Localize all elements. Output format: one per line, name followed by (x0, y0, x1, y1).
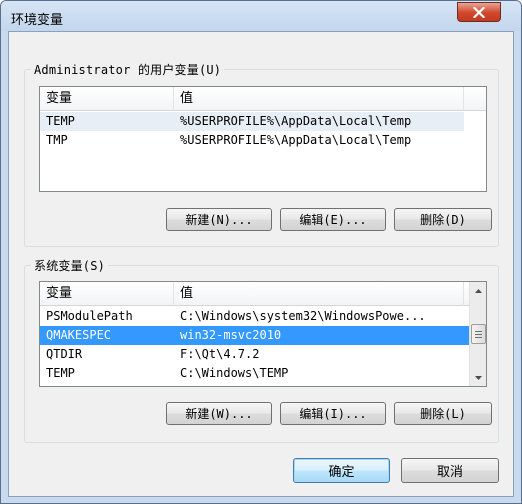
list-item[interactable]: TMP %USERPROFILE%\AppData\Local\Temp (40, 131, 464, 150)
variable-name: TMP (46, 133, 68, 147)
scroll-down-button[interactable] (470, 369, 486, 386)
variable-name: QMAKESPEC (46, 328, 112, 342)
system-edit-button[interactable]: 编辑(I)... (280, 402, 386, 425)
ok-button[interactable]: 确定 (293, 458, 390, 483)
system-variables-group: 系统变量(S) 变量 值 PSModulePath C:\Windows\sys… (24, 257, 499, 443)
column-header-variable[interactable]: 变量 (40, 282, 174, 306)
variable-value: F:\Qt\4.7.2 (180, 347, 260, 361)
variable-value: C:\Windows\TEMP (180, 366, 289, 380)
variable-name: QTDIR (46, 347, 83, 361)
user-edit-button[interactable]: 编辑(E)... (280, 208, 386, 231)
system-variables-list[interactable]: 变量 值 PSModulePath C:\Windows\system32\Wi… (39, 281, 487, 387)
list-item[interactable]: TEMP %USERPROFILE%\AppData\Local\Temp (40, 112, 464, 131)
grip-icon (475, 336, 482, 338)
user-variables-legend: Administrator 的用户变量(U) (31, 61, 225, 78)
variable-value: C:\Windows\system32\WindowsPowe... (180, 309, 426, 323)
variable-value: win32-msvc2010 (180, 328, 282, 342)
dialog-client-area: Administrator 的用户变量(U) 变量 值 TEMP %USERPR… (8, 31, 514, 497)
list-item[interactable]: PSModulePath C:\Windows\system32\Windows… (40, 307, 470, 326)
variable-value: %USERPROFILE%\AppData\Local\Temp (180, 114, 412, 128)
column-header-value[interactable]: 值 (174, 282, 464, 306)
arrow-up-icon (474, 288, 482, 293)
grip-icon (475, 333, 482, 335)
column-header-value[interactable]: 值 (174, 87, 464, 111)
cancel-button[interactable]: 取消 (401, 458, 499, 483)
system-variables-legend: 系统变量(S) (31, 257, 109, 274)
close-icon (473, 6, 485, 18)
variable-name: TEMP (46, 366, 75, 380)
environment-variables-dialog: 环境变量 Administrator 的用户变量(U) 变量 值 TEMP %U… (0, 0, 522, 504)
list-item-selected[interactable]: QMAKESPEC win32-msvc2010 (40, 326, 470, 345)
scroll-thumb[interactable] (471, 324, 486, 344)
column-header-variable[interactable]: 变量 (40, 87, 174, 111)
arrow-down-icon (474, 375, 482, 380)
grip-icon (475, 330, 482, 332)
user-variables-list[interactable]: 变量 值 TEMP %USERPROFILE%\AppData\Local\Te… (39, 86, 487, 192)
variable-value: %USERPROFILE%\AppData\Local\Temp (180, 133, 412, 147)
vertical-scrollbar[interactable] (469, 282, 486, 386)
variable-name: TEMP (46, 114, 75, 128)
scroll-up-button[interactable] (470, 282, 486, 299)
system-delete-button[interactable]: 删除(L) (394, 402, 492, 425)
list-item[interactable]: QTDIR F:\Qt\4.7.2 (40, 345, 470, 364)
list-item[interactable]: TEMP C:\Windows\TEMP (40, 364, 470, 383)
user-new-button[interactable]: 新建(N)... (166, 208, 272, 231)
list-header: 变量 值 (40, 87, 486, 111)
list-header: 变量 值 (40, 282, 469, 306)
system-new-button[interactable]: 新建(W)... (166, 402, 272, 425)
title-bar[interactable]: 环境变量 (1, 1, 521, 31)
variable-name: PSModulePath (46, 309, 133, 323)
user-variables-group: Administrator 的用户变量(U) 变量 值 TEMP %USERPR… (24, 61, 499, 247)
window-title: 环境变量 (11, 13, 64, 28)
close-button[interactable] (457, 2, 501, 22)
user-delete-button[interactable]: 删除(D) (394, 208, 492, 231)
